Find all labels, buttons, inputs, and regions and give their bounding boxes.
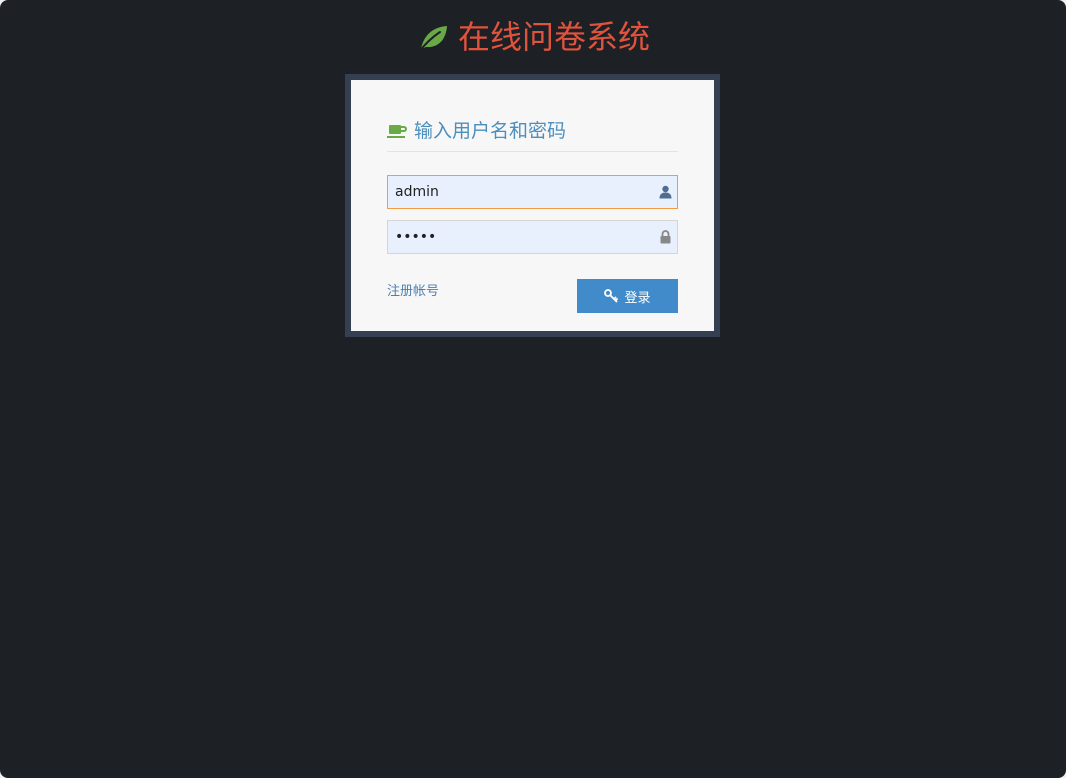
login-button[interactable]: 登录 bbox=[577, 279, 678, 313]
app-title: 在线问卷系统 bbox=[457, 18, 650, 56]
user-icon bbox=[659, 185, 672, 199]
username-field-wrapper bbox=[387, 175, 678, 209]
key-icon bbox=[604, 289, 619, 303]
login-page: 在线问卷系统 输入用户名和密码 admin 注册帐号 登录 bbox=[0, 0, 1066, 778]
login-frame: 输入用户名和密码 注册帐号 bbox=[345, 74, 720, 337]
password-field-wrapper bbox=[387, 220, 678, 254]
leaf-icon bbox=[417, 26, 447, 53]
brand-header: 在线问卷系统 bbox=[0, 14, 1066, 60]
login-button-label: 登录 bbox=[624, 290, 651, 306]
username-input[interactable] bbox=[388, 176, 677, 208]
register-link[interactable]: 注册帐号 bbox=[387, 284, 439, 300]
login-box: 输入用户名和密码 注册帐号 bbox=[387, 80, 678, 331]
lock-icon bbox=[660, 230, 671, 244]
password-input[interactable] bbox=[388, 221, 677, 253]
login-header: 输入用户名和密码 bbox=[387, 114, 678, 152]
coffee-cup-icon bbox=[387, 124, 407, 138]
login-header-text: 输入用户名和密码 bbox=[414, 119, 567, 142]
